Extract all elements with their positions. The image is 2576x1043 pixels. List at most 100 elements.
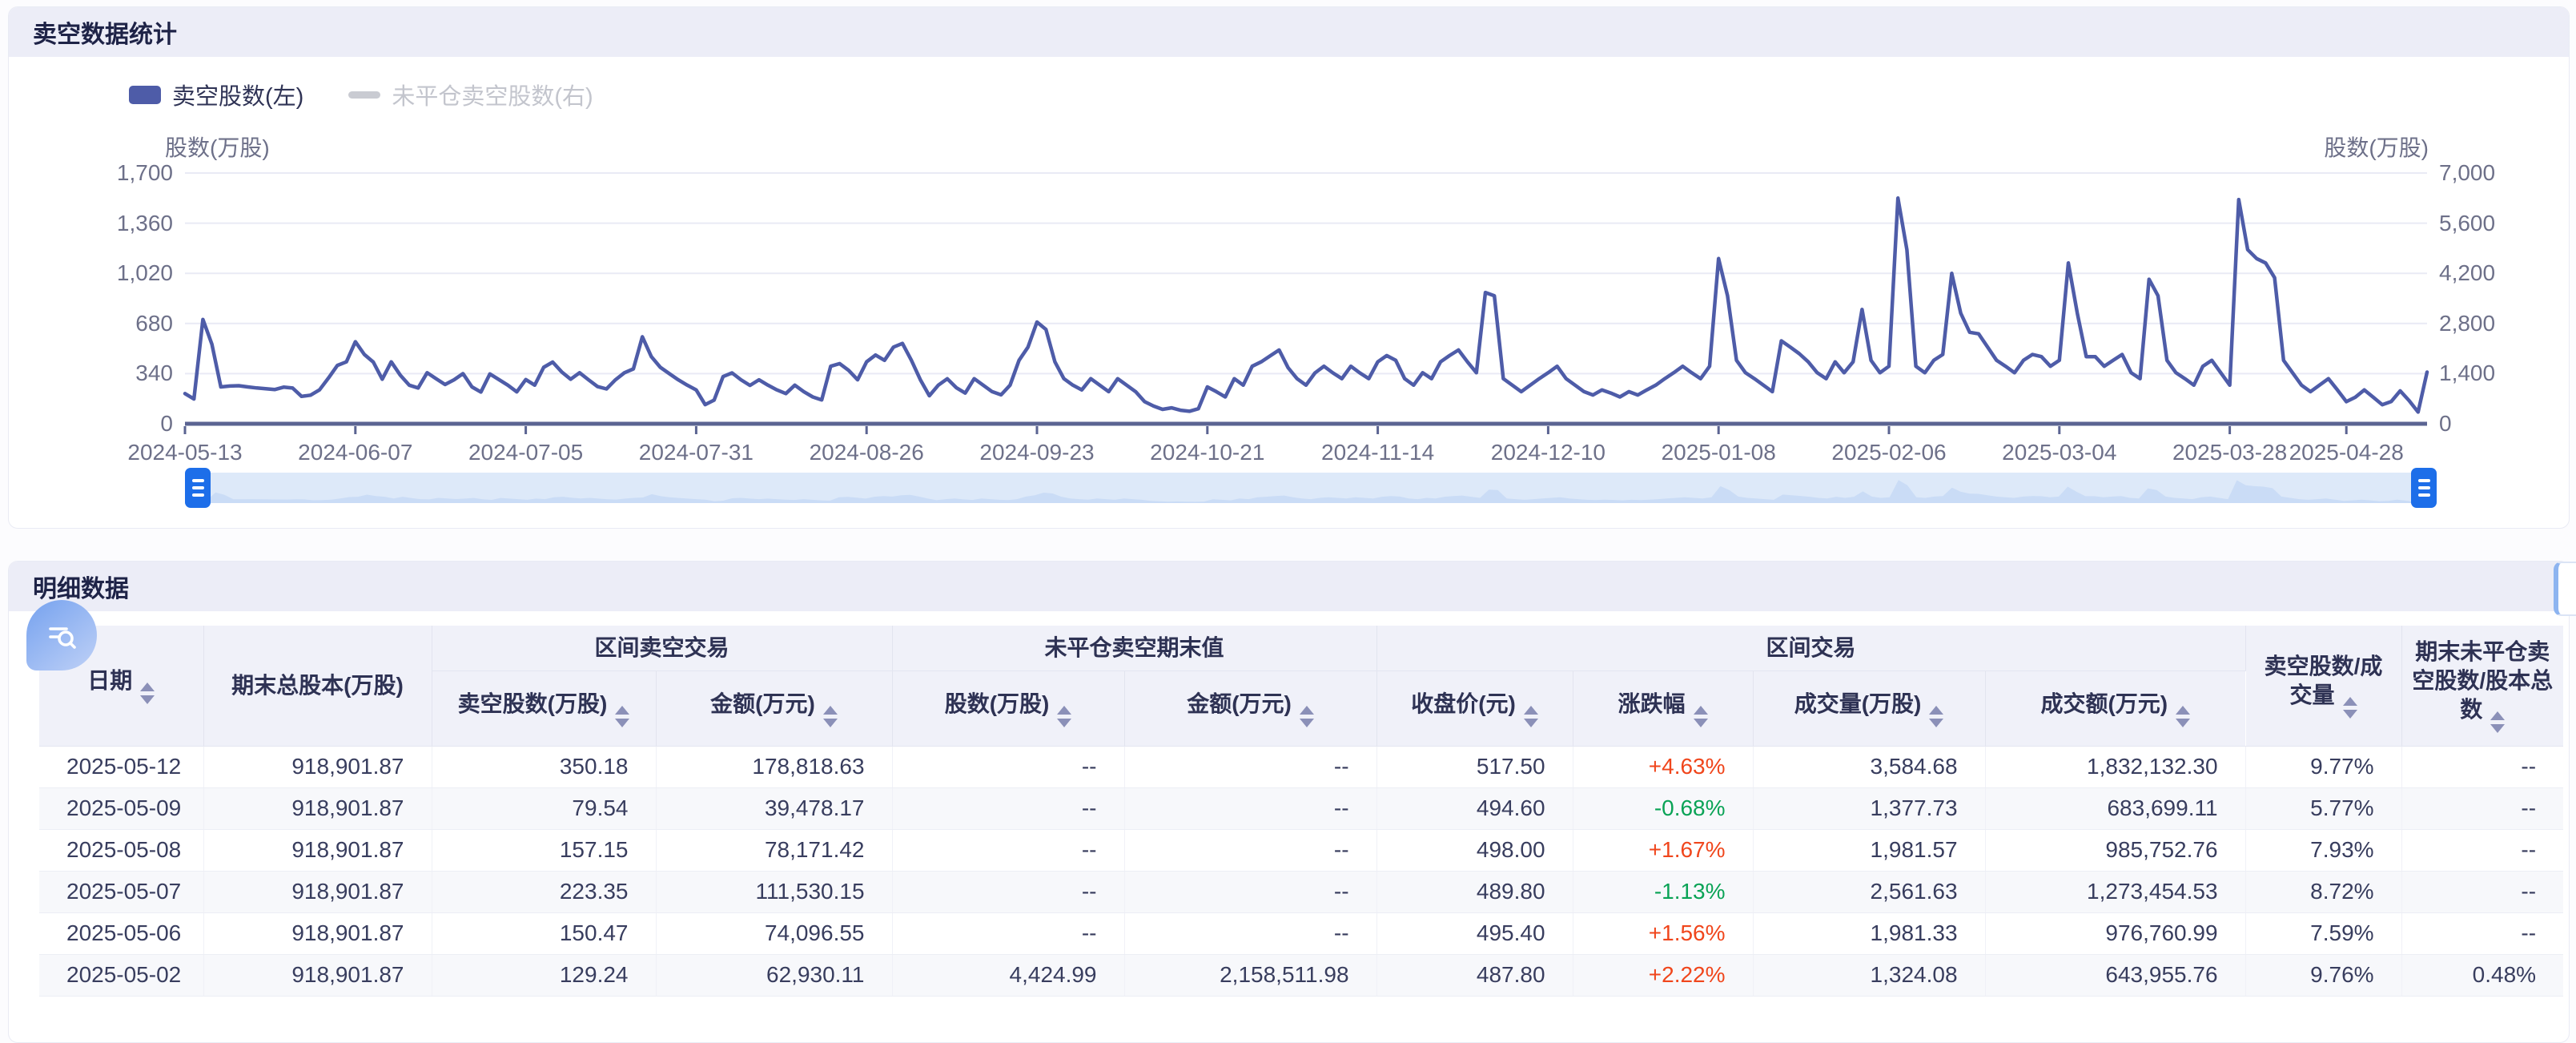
- table-right-edge-widget[interactable]: [2554, 562, 2576, 616]
- table-cell: --: [1124, 871, 1376, 912]
- left-y-tick-label: 1,700: [53, 160, 173, 186]
- table-cell: 9.76%: [2245, 954, 2401, 996]
- table-cell: 2025-05-12: [39, 746, 203, 787]
- x-axis-tick-label: 2025-04-28: [2250, 440, 2442, 465]
- left-y-tick-label: 1,020: [53, 260, 173, 286]
- table-cell: 643,955.76: [1985, 954, 2245, 996]
- datazoom-slider[interactable]: [185, 467, 2437, 509]
- column-header[interactable]: 金额(万元): [1124, 670, 1376, 746]
- sort-carets-icon[interactable]: [1929, 706, 1943, 727]
- table-cell: 74,096.55: [656, 912, 892, 954]
- column-header[interactable]: 成交额(万元): [1985, 670, 2245, 746]
- column-header[interactable]: 收盘价(元): [1376, 670, 1573, 746]
- x-axis-tick-label: 2024-06-07: [259, 440, 452, 465]
- change-percent-cell: +1.67%: [1573, 829, 1753, 871]
- right-y-tick-label: 5,600: [2439, 211, 2559, 236]
- left-y-tick-label: 680: [53, 311, 173, 336]
- sort-carets-icon[interactable]: [2343, 697, 2357, 719]
- table-cell: 8.72%: [2245, 871, 2401, 912]
- change-percent-cell: +4.63%: [1573, 746, 1753, 787]
- table-cell: 495.40: [1376, 912, 1573, 954]
- sort-carets-icon[interactable]: [2176, 706, 2190, 727]
- table-cell: --: [2401, 746, 2563, 787]
- left-y-tick-label: 1,360: [53, 211, 173, 236]
- sort-carets-icon[interactable]: [823, 706, 838, 727]
- table-search-badge[interactable]: [26, 600, 97, 670]
- x-axis-tick-label: 2024-12-10: [1452, 440, 1644, 465]
- table-cell: --: [1124, 787, 1376, 829]
- sort-carets-icon[interactable]: [1694, 706, 1708, 727]
- table-panel-header: 明细数据: [9, 562, 2569, 611]
- column-header[interactable]: 期末未平仓卖空股数/股本总数: [2401, 626, 2563, 746]
- table-cell: --: [2401, 829, 2563, 871]
- column-header[interactable]: 卖空股数(万股): [432, 670, 656, 746]
- sort-carets-icon[interactable]: [1524, 706, 1538, 727]
- sort-carets-icon[interactable]: [140, 683, 155, 704]
- table-panel-title: 明细数据: [33, 569, 129, 604]
- sort-carets-icon[interactable]: [2490, 711, 2505, 733]
- column-header: 期末总股本(万股): [203, 626, 432, 746]
- change-percent-cell: +1.56%: [1573, 912, 1753, 954]
- table-cell: 79.54: [432, 787, 656, 829]
- table-cell: 7.93%: [2245, 829, 2401, 871]
- table-cell: 498.00: [1376, 829, 1573, 871]
- table-row: 2025-05-07918,901.87223.35111,530.15----…: [39, 871, 2563, 912]
- table-cell: 3,584.68: [1753, 746, 1985, 787]
- table-cell: --: [2401, 912, 2563, 954]
- datazoom-right-handle-icon[interactable]: [2411, 468, 2437, 508]
- table-cell: 223.35: [432, 871, 656, 912]
- column-header[interactable]: 成交量(万股): [1753, 670, 1985, 746]
- table-cell: 918,901.87: [203, 912, 432, 954]
- table-cell: 489.80: [1376, 871, 1573, 912]
- chart-panel-title: 卖空数据统计: [33, 14, 177, 50]
- column-header[interactable]: 卖空股数/成交量: [2245, 626, 2401, 746]
- table-cell: 517.50: [1376, 746, 1573, 787]
- table-cell: 5.77%: [2245, 787, 2401, 829]
- table-cell: 178,818.63: [656, 746, 892, 787]
- table-cell: 2,561.63: [1753, 871, 1985, 912]
- table-cell: 1,981.57: [1753, 829, 1985, 871]
- table-cell: --: [1124, 829, 1376, 871]
- table-cell: --: [1124, 746, 1376, 787]
- column-header[interactable]: 涨跌幅: [1573, 670, 1753, 746]
- change-percent-cell: -0.68%: [1573, 787, 1753, 829]
- x-axis-tick-label: 2024-10-21: [1111, 440, 1304, 465]
- sort-carets-icon[interactable]: [1057, 706, 1071, 727]
- table-cell: 918,901.87: [203, 871, 432, 912]
- datazoom-track[interactable]: [198, 473, 2424, 503]
- table-cell: 976,760.99: [1985, 912, 2245, 954]
- sort-carets-icon[interactable]: [615, 706, 629, 727]
- chart-panel-header: 卖空数据统计: [9, 7, 2569, 57]
- x-axis-tick-label: 2025-02-06: [1793, 440, 1985, 465]
- sort-carets-icon[interactable]: [1300, 706, 1314, 727]
- left-y-tick-label: 0: [53, 411, 173, 437]
- table-cell: 0.48%: [2401, 954, 2563, 996]
- left-y-tick-label: 340: [53, 360, 173, 386]
- table-cell: 111,530.15: [656, 871, 892, 912]
- table-row: 2025-05-08918,901.87157.1578,171.42----4…: [39, 829, 2563, 871]
- detail-data-table: 日期期末总股本(万股)区间卖空交易未平仓卖空期末值区间交易卖空股数/成交量期末未…: [39, 626, 2563, 997]
- table-cell: 985,752.76: [1985, 829, 2245, 871]
- table-cell: 7.59%: [2245, 912, 2401, 954]
- table-cell: 150.47: [432, 912, 656, 954]
- column-group-header: 区间交易: [1376, 626, 2245, 670]
- x-axis-tick-label: 2025-03-04: [1963, 440, 2156, 465]
- table-cell: 1,324.08: [1753, 954, 1985, 996]
- table-cell: 39,478.17: [656, 787, 892, 829]
- table-cell: --: [892, 746, 1124, 787]
- list-search-icon: [44, 618, 79, 653]
- column-header[interactable]: 股数(万股): [892, 670, 1124, 746]
- x-axis-tick-label: 2024-11-14: [1282, 440, 1474, 465]
- table-cell: --: [1124, 912, 1376, 954]
- table-cell: 1,832,132.30: [1985, 746, 2245, 787]
- table-cell: 918,901.87: [203, 954, 432, 996]
- table-cell: 494.60: [1376, 787, 1573, 829]
- table-cell: 350.18: [432, 746, 656, 787]
- table-cell: 487.80: [1376, 954, 1573, 996]
- table-cell: 2025-05-06: [39, 912, 203, 954]
- datazoom-left-handle-icon[interactable]: [185, 468, 211, 508]
- x-axis-tick-label: 2024-07-31: [600, 440, 792, 465]
- table-cell: 918,901.87: [203, 829, 432, 871]
- table-cell: 157.15: [432, 829, 656, 871]
- column-header[interactable]: 金额(万元): [656, 670, 892, 746]
